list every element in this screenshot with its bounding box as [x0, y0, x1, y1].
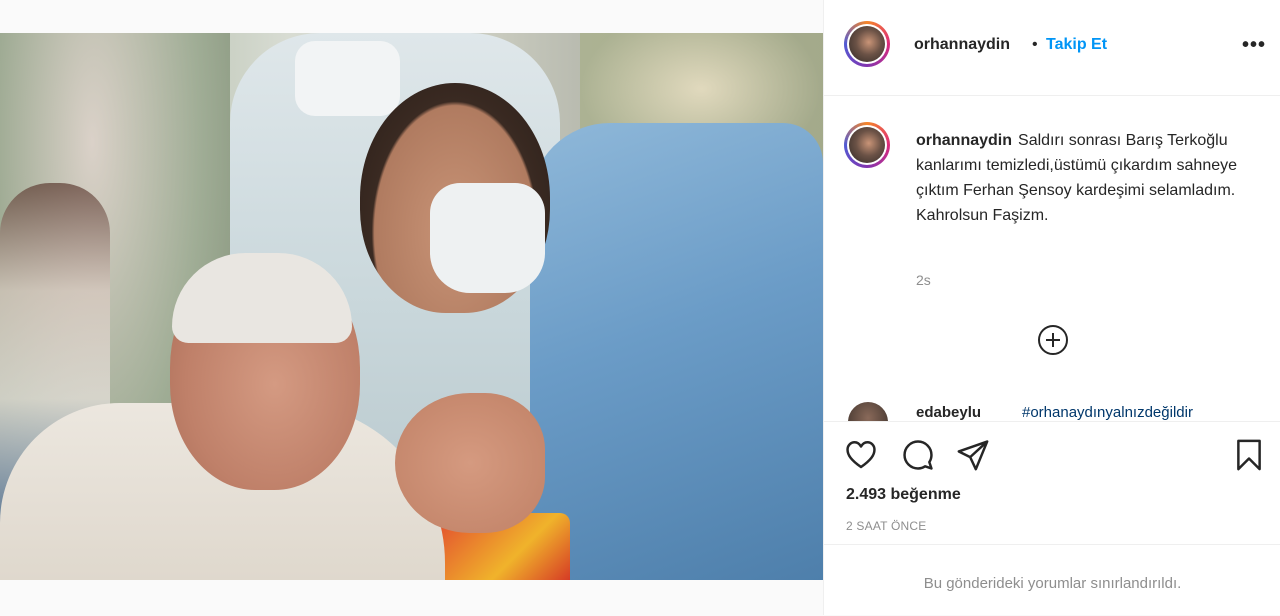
paper-plane-icon[interactable]: [956, 438, 990, 472]
caption-username[interactable]: orhannaydin: [916, 132, 1012, 149]
comments-limited-notice: Bu gönderideki yorumlar sınırlandırıldı.: [824, 544, 1280, 616]
post-header: orhannaydin • Takip Et •••: [824, 0, 1280, 96]
comment-username[interactable]: edabeylu: [916, 404, 981, 421]
likes-count[interactable]: 2.493 beğenme: [846, 486, 961, 504]
caption-text: orhannaydin Saldırı sonrası Barış Terkoğl…: [916, 128, 1246, 228]
post-actions: 2.493 beğenme 2 SAAT ÖNCE: [824, 421, 1280, 544]
follow-button[interactable]: Takip Et: [1046, 36, 1107, 54]
plus-circle-icon[interactable]: [1038, 325, 1068, 355]
bookmark-icon[interactable]: [1232, 438, 1266, 472]
caption-area: orhannaydin Saldırı sonrası Barış Terkoğl…: [824, 96, 1280, 421]
avatar[interactable]: [844, 21, 890, 67]
comment-icon[interactable]: [901, 438, 935, 472]
photo-denim-jacket: [530, 123, 823, 580]
photo-face-mask: [295, 41, 400, 116]
caption-avatar[interactable]: [844, 122, 890, 168]
photo-young-man-mask: [430, 183, 545, 293]
comment-hashtag[interactable]: #orhanaydınyalnızdeğildir: [1022, 404, 1193, 421]
more-options-icon[interactable]: •••: [1242, 34, 1266, 57]
caption-age: 2s: [916, 272, 931, 288]
comment-avatar[interactable]: [848, 402, 888, 421]
post-sidebar: orhannaydin • Takip Et ••• orhannaydin Sa…: [823, 0, 1280, 615]
list-item: edabeylu #orhanaydınyalnızdeğildir: [844, 400, 1264, 421]
post-timestamp[interactable]: 2 SAAT ÖNCE: [846, 519, 926, 533]
comments-limited-text: Bu gönderideki yorumlar sınırlandırıldı.: [923, 575, 1182, 592]
heart-icon[interactable]: [844, 438, 878, 472]
username-link[interactable]: orhannaydin: [914, 36, 1010, 54]
post-photo[interactable]: [0, 33, 823, 580]
photo-raised-hand: [395, 393, 545, 533]
separator-dot: •: [1032, 36, 1038, 53]
